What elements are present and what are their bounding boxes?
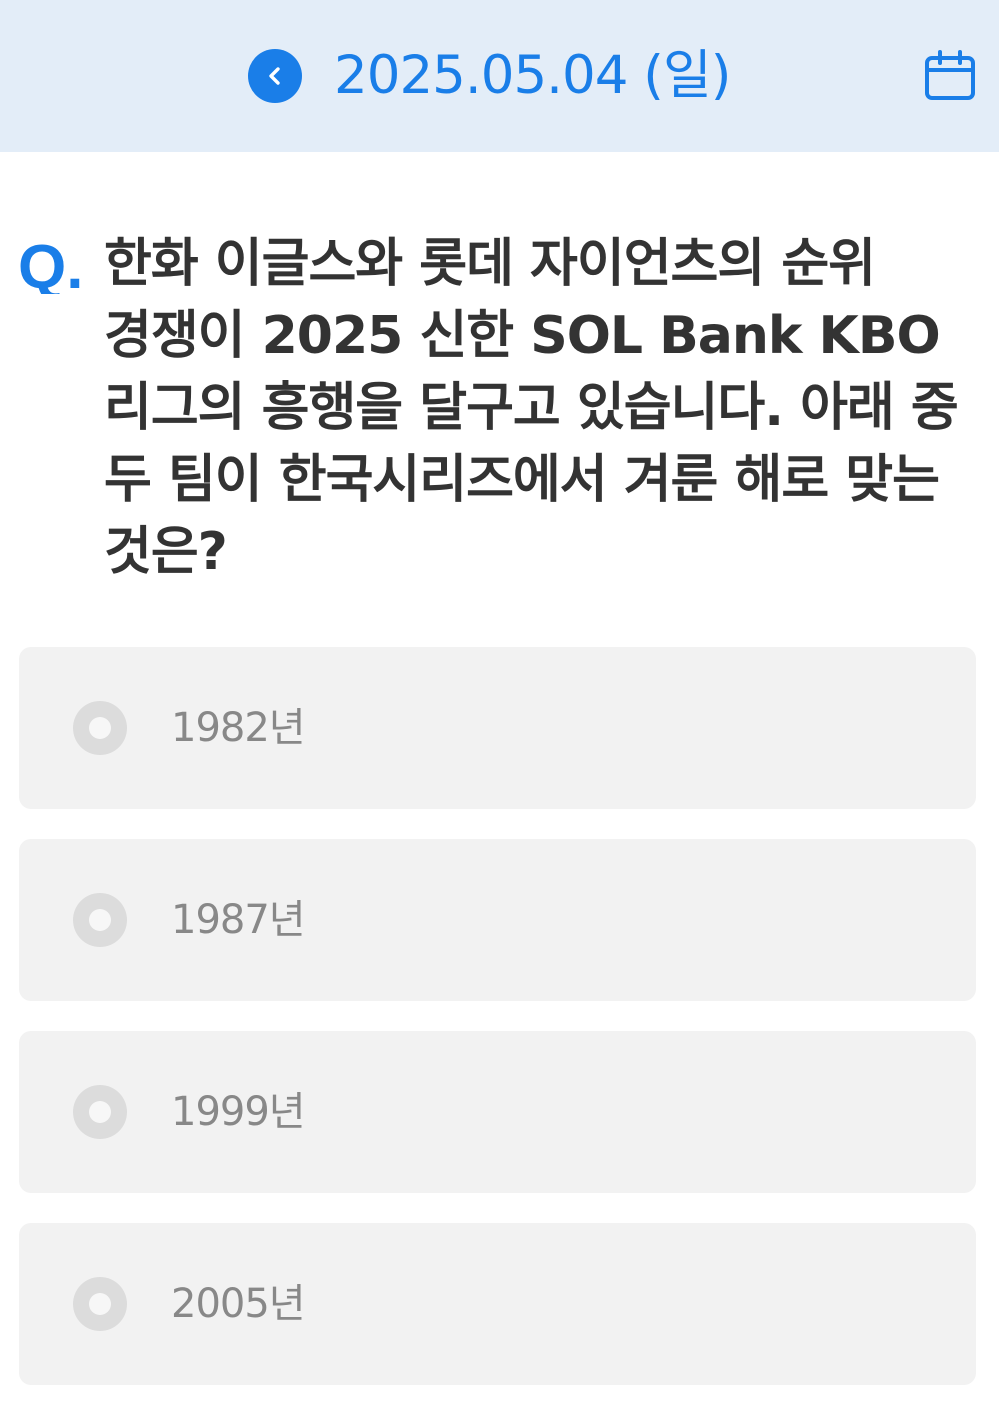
option-label: 1999년 [171, 1089, 306, 1135]
calendar-icon [925, 50, 975, 100]
option-1987[interactable]: 1987년 [19, 839, 976, 1001]
option-label: 1987년 [171, 897, 306, 943]
header-bar: 2025.05.04 (일) [0, 0, 999, 152]
question-text: 한화 이글스와 롯데 자이언츠의 순위 경쟁이 2025 신한 SOL Bank… [104, 234, 959, 582]
radio-button[interactable] [73, 893, 127, 947]
radio-button[interactable] [73, 701, 127, 755]
chevron-left-icon [269, 67, 280, 85]
option-1999[interactable]: 1999년 [19, 1031, 976, 1193]
radio-button[interactable] [73, 1085, 127, 1139]
svg-text:Q.: Q. [18, 238, 83, 294]
question-mark-icon: Q. [18, 238, 83, 294]
option-2005[interactable]: 2005년 [19, 1223, 976, 1385]
radio-button[interactable] [73, 1277, 127, 1331]
option-label: 2005년 [171, 1281, 306, 1327]
previous-date-button[interactable] [248, 49, 302, 103]
option-label: 1982년 [171, 705, 306, 751]
calendar-button[interactable] [922, 48, 978, 104]
date-title: 2025.05.04 (일) [334, 45, 731, 106]
option-1982[interactable]: 1982년 [19, 647, 976, 809]
